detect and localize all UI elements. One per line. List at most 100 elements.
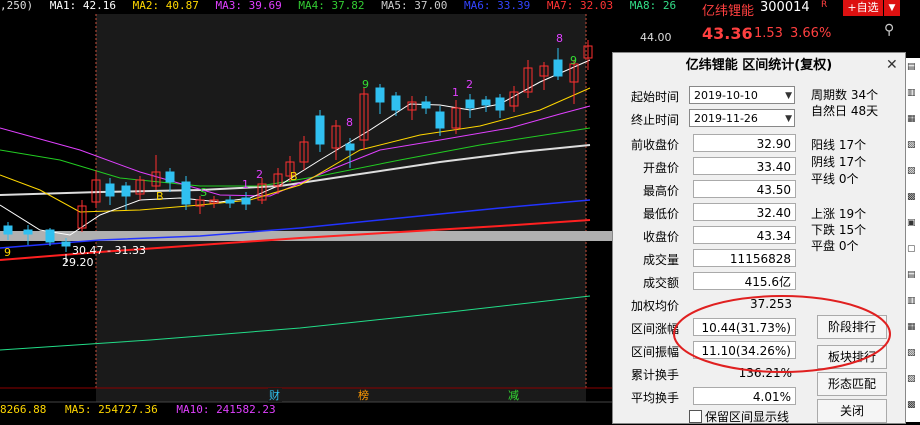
pattern-match-button[interactable]: 形态匹配 — [817, 372, 887, 396]
stock-name: 亿纬锂能 — [702, 4, 755, 19]
yang-count: 阳线 17个 — [811, 138, 867, 152]
ma-prefix: ,250) — [0, 0, 34, 12]
ma2-value: MA2: 40.87 — [132, 0, 199, 12]
note-icon[interactable]: ▧ — [907, 348, 919, 362]
stat-value: 32.90 — [693, 134, 796, 152]
end-date-value: 2019-11-26 — [694, 112, 758, 125]
alert-icon[interactable]: ▦ — [907, 322, 919, 336]
volume-ma10: MA10: 241582.23 — [176, 403, 276, 416]
marker-label: 9 — [4, 246, 11, 259]
candle — [77, 200, 87, 232]
margin-badge: R — [821, 0, 828, 10]
price-change: 1.53 — [754, 26, 783, 41]
marker-label: B — [156, 190, 164, 203]
stat-value: 415.6亿 — [693, 272, 796, 290]
volume-legend-bar: 8266.88 MA5: 254727.36 MA10: 241582.23 — [0, 402, 680, 418]
event-label-finance: 财 — [269, 388, 280, 402]
marker-label: 9 — [570, 54, 577, 67]
ma1-value: MA1: 42.16 — [49, 0, 116, 12]
stat-label: 收盘价 — [642, 230, 679, 244]
event-label-list: 榜 — [358, 388, 369, 402]
ma3-value: MA3: 39.69 — [215, 0, 282, 12]
stat-value: 11156828 — [693, 249, 796, 267]
marker-label: 9 — [362, 78, 369, 91]
highlight-ellipse — [673, 295, 891, 373]
stat-label: 累计换手 — [630, 368, 679, 382]
down-count: 下跌 15个 — [811, 223, 867, 237]
table-icon[interactable]: ▤ — [907, 62, 919, 76]
stock-code: 300014 — [760, 0, 810, 15]
kline-chart[interactable]: 9 B S 1 2 B 8 9 1 2 8 9 30.47 - 31.33 29… — [0, 0, 612, 422]
flat-line-count: 平线 0个 — [811, 172, 859, 186]
side-toolbar: ▤ ▥ ▦ ▧ ▨ ▩ ▣ ▢ ▤ ▥ ▦ ▧ ▨ ▩ — [906, 58, 920, 422]
close-button[interactable]: 关闭 — [817, 399, 887, 423]
chevron-down-icon[interactable]: ▼ — [785, 110, 792, 128]
end-time-label: 终止时间 — [630, 113, 679, 127]
stat-label: 区间振幅 — [630, 345, 679, 359]
current-price: 43.36 — [702, 24, 753, 43]
list-icon[interactable]: ▦ — [907, 114, 919, 128]
stat-value: 32.40 — [693, 203, 796, 221]
stat-value: 43.50 — [693, 180, 796, 198]
ma7-value: MA7: 32.03 — [546, 0, 614, 12]
marker-label: 2 — [256, 168, 263, 181]
interval-stats-dialog: 亿纬锂能 区间统计(复权) ✕ 起始时间 2019-10-10 ▼ 终止时间 2… — [612, 52, 906, 424]
stat-label: 前收盘价 — [630, 138, 679, 152]
stat-value: 33.40 — [693, 157, 796, 175]
stat-label: 加权均价 — [630, 299, 679, 313]
event-label-reduce: 减 — [508, 389, 519, 402]
tool-icon[interactable]: ▥ — [907, 296, 919, 310]
close-icon[interactable]: ✕ — [886, 57, 898, 73]
period-count: 周期数 34个 — [811, 88, 879, 102]
stat-label: 最低价 — [642, 207, 679, 221]
gray-band — [0, 231, 612, 241]
up-count: 上涨 19个 — [811, 207, 867, 221]
ma4-value: MA4: 37.82 — [298, 0, 365, 12]
chart-icon[interactable]: ▥ — [907, 88, 919, 102]
marker-label: 1 — [452, 86, 459, 99]
marker-label: 8 — [346, 116, 353, 129]
chevron-down-icon[interactable]: ▼ — [785, 87, 792, 105]
volume-value: 8266.88 — [0, 403, 47, 416]
yin-count: 阴线 17个 — [811, 155, 867, 169]
marker-label: 8 — [556, 32, 563, 45]
stat-label: 最高价 — [642, 184, 679, 198]
natural-days: 自然日 48天 — [811, 104, 879, 118]
start-date-picker[interactable]: 2019-10-10 ▼ — [689, 86, 795, 104]
stat-label: 开盘价 — [642, 161, 679, 175]
stat-label: 成交额 — [642, 276, 679, 290]
search-icon[interactable]: ⚲ — [884, 22, 894, 38]
stat-value: 43.34 — [693, 226, 796, 244]
stat-value: 4.01% — [693, 387, 796, 405]
news-icon[interactable]: ▤ — [907, 270, 919, 284]
start-time-label: 起始时间 — [630, 90, 679, 104]
marker-label: S — [200, 186, 207, 199]
doc-icon[interactable]: ▧ — [907, 140, 919, 154]
keep-lines-checkbox[interactable] — [689, 410, 702, 423]
more-icon[interactable]: ▩ — [907, 400, 919, 414]
dialog-title: 亿纬锂能 区间统计(复权) — [613, 53, 905, 79]
stat-label: 平均换手 — [630, 391, 679, 405]
panel-icon[interactable]: ▩ — [907, 192, 919, 206]
end-date-picker[interactable]: 2019-11-26 ▼ — [689, 109, 795, 127]
volume-ma5: MA5: 254727.36 — [64, 403, 158, 416]
info-icon[interactable]: ▣ — [907, 218, 919, 232]
stats-icon[interactable]: ▢ — [907, 244, 919, 258]
add-watchlist-button[interactable]: +自选 — [843, 0, 883, 16]
stat-label: 成交量 — [642, 253, 679, 267]
marker-label: B — [290, 170, 298, 183]
ma-legend-bar: ,250) MA1: 42.16 MA2: 40.87 MA3: 39.69 M… — [0, 0, 680, 12]
keep-lines-label: 保留区间显示线 — [705, 410, 790, 424]
flat-count: 平盘 0个 — [811, 239, 859, 253]
start-date-value: 2019-10-10 — [694, 89, 758, 102]
ma5-value: MA5: 37.00 — [381, 0, 448, 12]
marker-label: 2 — [466, 78, 473, 91]
plus-icon[interactable]: ▨ — [907, 374, 919, 388]
low-point-label: 29.20 — [62, 256, 94, 269]
marker-label: 1 — [242, 178, 249, 191]
ma6-value: MA6: 33.39 — [464, 0, 531, 12]
price-axis-tick: 44.00 — [640, 31, 672, 44]
ma8-value: MA8: 26 — [629, 0, 677, 12]
watchlist-dropdown-icon[interactable]: ▼ — [884, 0, 900, 16]
grid-icon[interactable]: ▨ — [907, 166, 919, 180]
